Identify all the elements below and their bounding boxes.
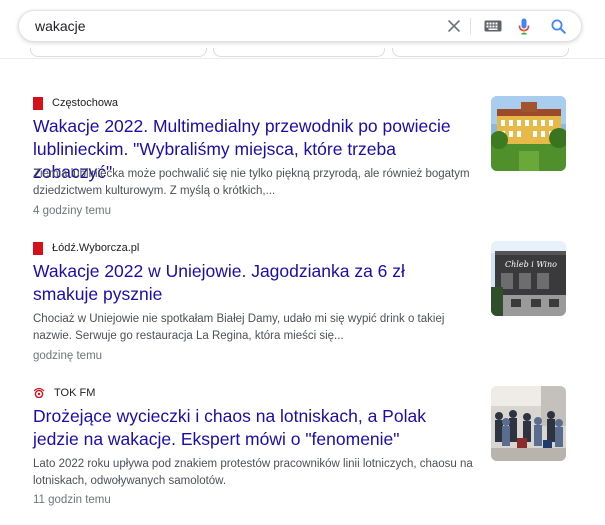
airport-crowd-photo-icon [491, 386, 566, 461]
result-time: 4 godziny temu [33, 205, 111, 217]
news-result: TOK FM Drożejące wycieczki i chaos na lo… [33, 386, 568, 516]
news-result: Łódź.Wyborcza.pl Wakacje 2022 w Uniejowi… [33, 241, 568, 371]
result-snippet: Lato 2022 roku upływa pod znakiem protes… [33, 458, 473, 487]
keyboard-icon [484, 20, 502, 32]
search-input[interactable] [35, 15, 415, 37]
source-name: Łódź.Wyborcza.pl [52, 242, 140, 254]
restaurant-sign: Chleb i Wino [505, 260, 557, 269]
palace-photo-icon [491, 96, 566, 171]
result-time: godzinę temu [33, 350, 103, 362]
result-thumbnail[interactable] [491, 386, 566, 461]
result-time: 11 godzin temu [33, 494, 111, 506]
result-snippet: Chociaż w Uniejowie nie spotkałam Białej… [33, 313, 445, 342]
search-button[interactable] [548, 16, 568, 36]
restaurant-photo-icon: Chleb i Wino [491, 241, 566, 316]
result-title-link[interactable]: Wakacje 2022 w Uniejowie. Jagodzianka za… [33, 260, 473, 306]
result-source[interactable]: Częstochowa [33, 96, 118, 110]
voice-search-button[interactable] [514, 16, 534, 36]
wyborcza-favicon-icon [33, 96, 43, 110]
search-divider [470, 18, 471, 35]
result-snippet: Ziemia lubliniecka może pochwalić się ni… [33, 168, 470, 197]
wyborcza-favicon-icon [33, 241, 43, 255]
news-result: Częstochowa Wakacje 2022. Multimedialny … [33, 96, 568, 226]
header-divider [0, 58, 605, 59]
filter-chip[interactable] [213, 48, 385, 57]
clear-search-button[interactable] [444, 16, 464, 36]
filter-chip[interactable] [392, 48, 569, 57]
result-source[interactable]: Łódź.Wyborcza.pl [33, 241, 139, 255]
source-name: Częstochowa [52, 97, 119, 109]
result-thumbnail[interactable] [491, 96, 566, 171]
source-name: TOK FM [54, 387, 96, 399]
keyboard-button[interactable] [483, 16, 503, 36]
microphone-icon [518, 18, 530, 34]
search-box[interactable] [18, 10, 582, 42]
search-icon [551, 19, 566, 34]
filter-chip[interactable] [30, 48, 207, 57]
close-icon [448, 20, 460, 32]
result-thumbnail[interactable]: Chleb i Wino [491, 241, 566, 316]
tokfm-favicon-icon [33, 388, 45, 398]
result-title-link[interactable]: Drożejące wycieczki i chaos na lotniskac… [33, 405, 473, 451]
result-source[interactable]: TOK FM [33, 386, 95, 400]
